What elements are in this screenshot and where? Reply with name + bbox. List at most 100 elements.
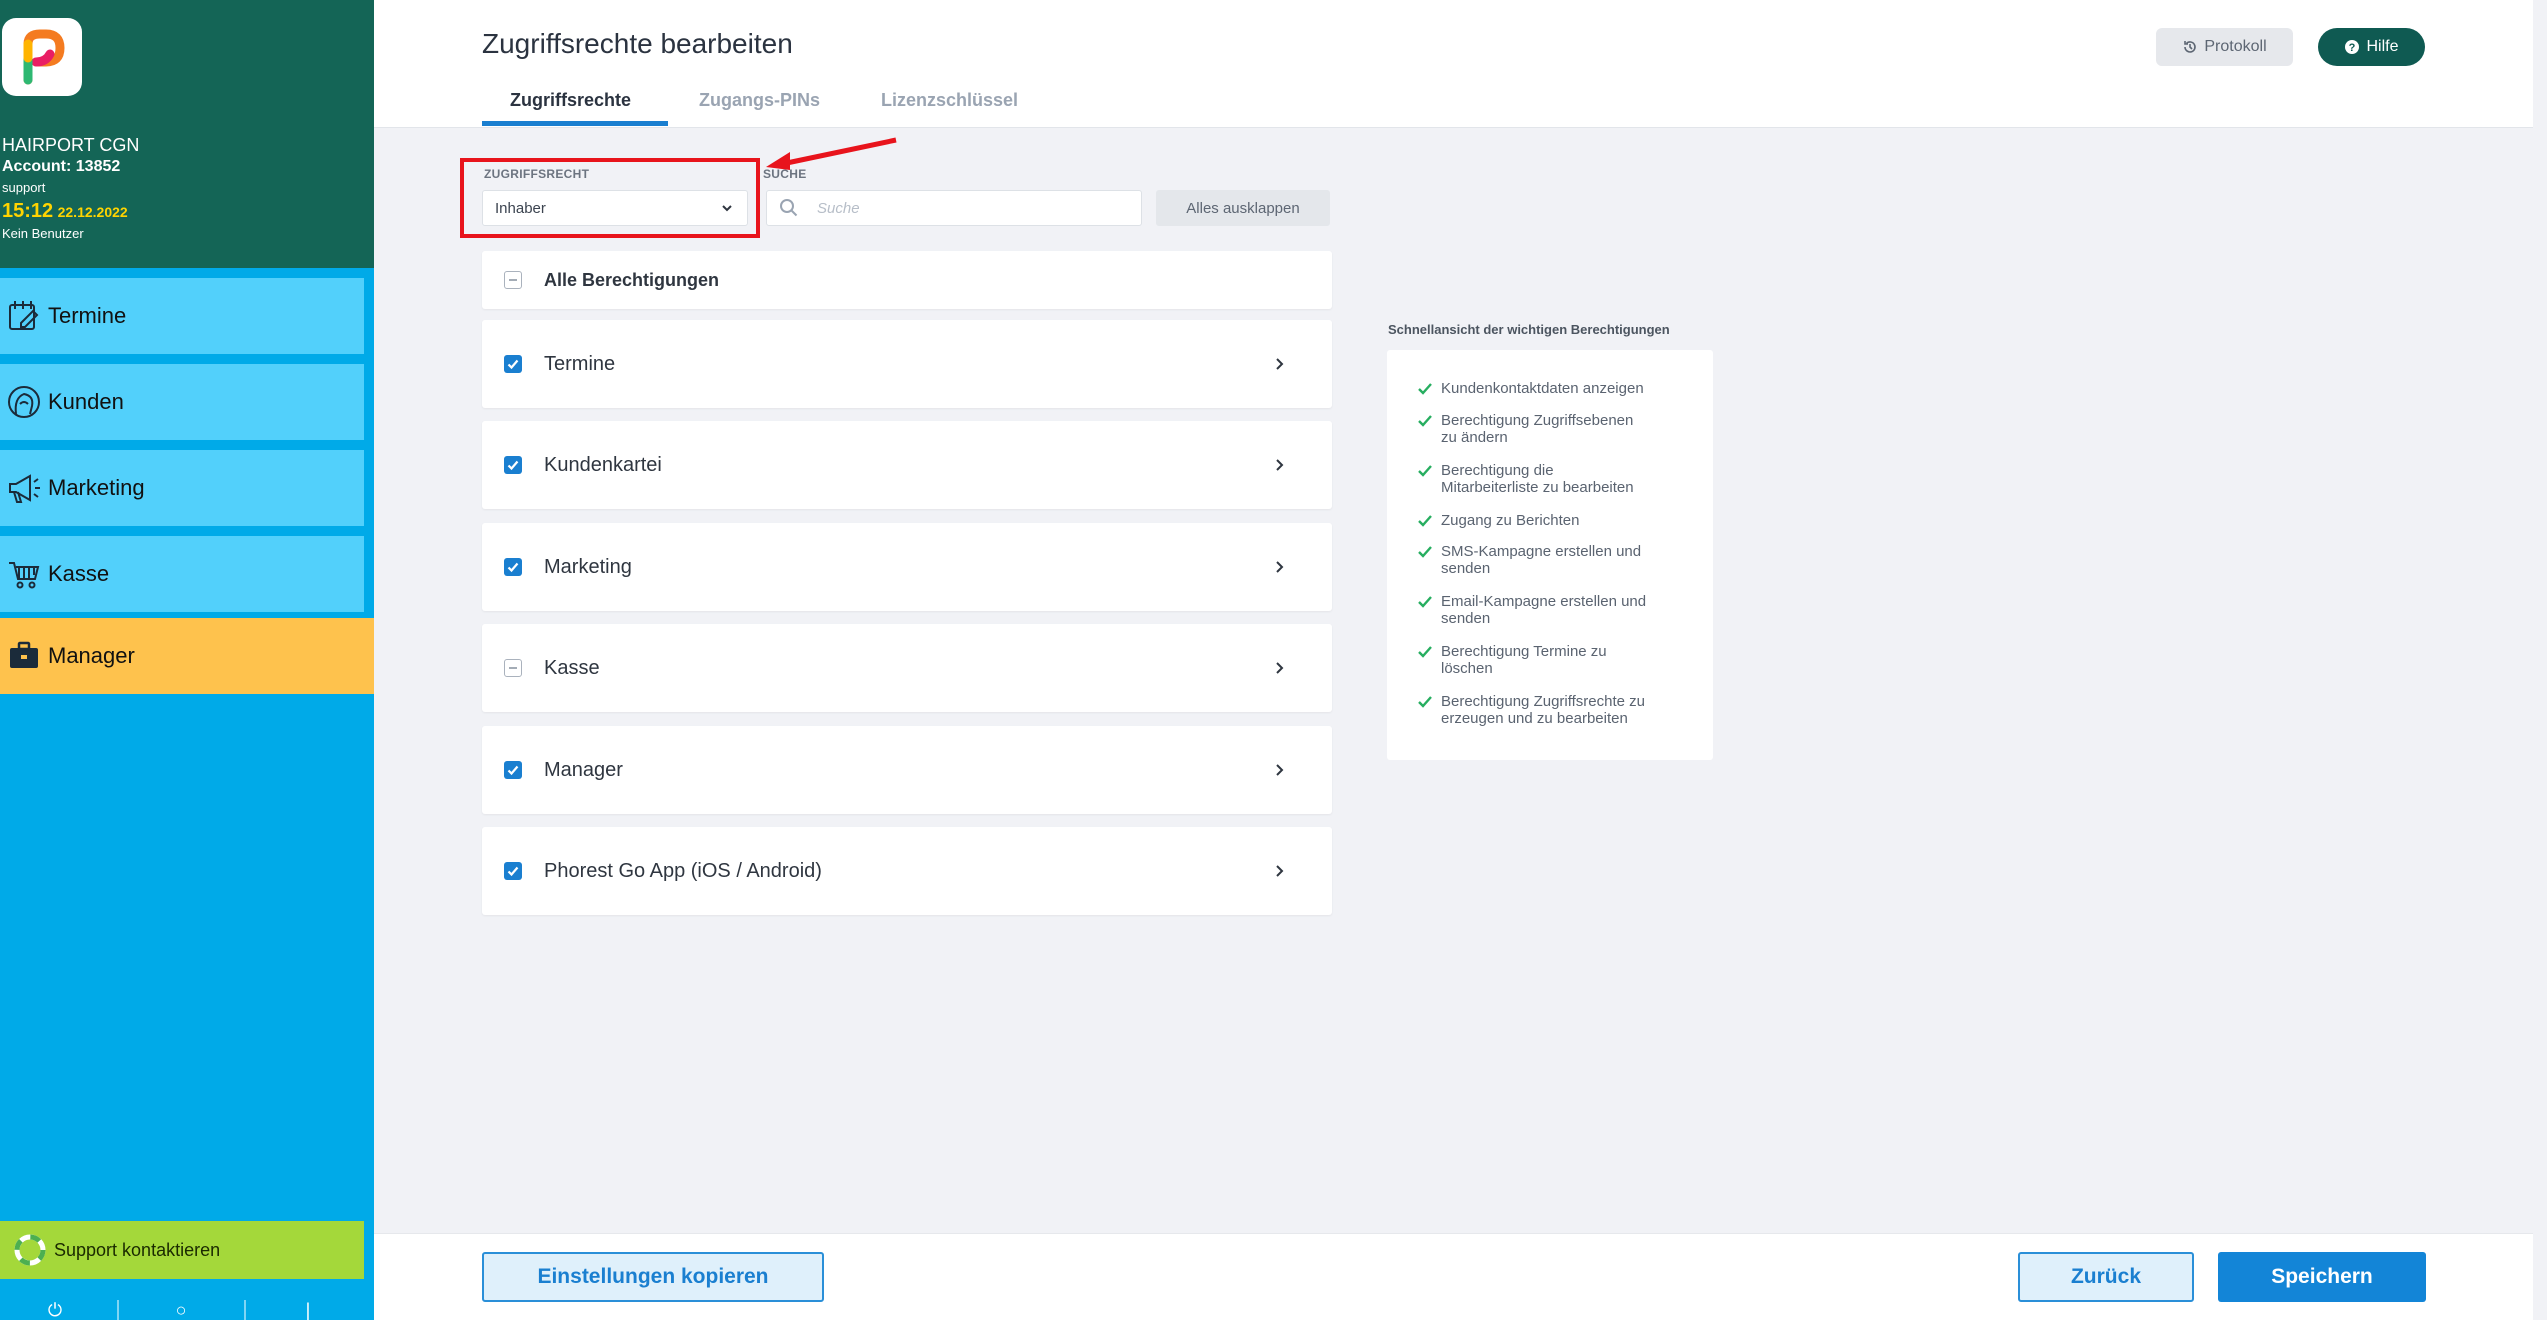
save-button[interactable]: Speichern [2218, 1252, 2426, 1302]
quick-view-item: Berechtigung Termine zu löschen [1417, 643, 1687, 677]
clock-date: 22.12.2022 [57, 204, 128, 220]
quick-view-item-text: senden [1441, 610, 1491, 627]
chevron-right-icon[interactable] [1272, 763, 1286, 777]
sidebar-item-label: Kunden [48, 389, 124, 414]
quick-view-panel: Kundenkontaktdaten anzeigen Berechtigung… [1387, 350, 1713, 760]
check-icon [1417, 380, 1441, 401]
quick-view-item-text: zu ändern [1441, 429, 1508, 446]
account-number: Account: 13852 [2, 158, 121, 175]
quick-view-item-text: Berechtigung Termine zu [1441, 643, 1607, 660]
sidebar-item-kasse[interactable]: Kasse [0, 536, 364, 612]
phorest-logo [2, 18, 82, 96]
all-permissions-row[interactable]: Alle Berechtigungen [482, 251, 1332, 309]
footer-bar: Einstellungen kopieren Zurück Speichern [374, 1233, 2533, 1320]
check-icon [1417, 593, 1441, 627]
quick-view-item: Berechtigung die Mitarbeiterliste zu bear… [1417, 462, 1687, 496]
permission-checkbox[interactable] [504, 761, 522, 779]
sidebar-item-kunden[interactable]: Kunden [0, 364, 364, 440]
protokoll-label: Protokoll [2204, 38, 2267, 55]
permission-group-label: Phorest Go App (iOS / Android) [544, 859, 822, 882]
sidebar-item-manager[interactable]: Manager [0, 618, 374, 694]
permission-group-marketing[interactable]: Marketing [482, 523, 1332, 611]
permission-checkbox[interactable] [504, 456, 522, 474]
lifebuoy-icon [14, 1234, 46, 1266]
quick-view-item-text: Berechtigung Zugriffsebenen [1441, 412, 1634, 429]
quick-view-item: Email-Kampagne erstellen und senden [1417, 593, 1687, 627]
permission-group-label: Termine [544, 352, 616, 375]
page-title: Zugriffsrechte bearbeiten [482, 28, 793, 59]
quick-view-item: Kundenkontaktdaten anzeigen [1417, 380, 1687, 401]
cart-icon [0, 550, 48, 598]
all-permissions-label: Alle Berechtigungen [544, 269, 720, 290]
chevron-right-icon[interactable] [1272, 357, 1286, 371]
svg-text:?: ? [2349, 42, 2356, 54]
annotation-arrow-icon [766, 137, 897, 170]
quick-view-item-text: löschen [1441, 660, 1493, 677]
sidebar-item-label: Termine [48, 303, 127, 328]
tab-lizenzschluessel[interactable]: Lizenzschlüssel [881, 90, 1018, 111]
clock-time: 15:12 [2, 200, 54, 222]
clock: 15:12 22.12.2022 [2, 198, 139, 224]
check-icon [1417, 512, 1441, 533]
separator [244, 1300, 246, 1320]
permission-checkbox[interactable] [504, 862, 522, 880]
permission-checkbox[interactable] [504, 659, 522, 677]
permission-checkbox[interactable] [504, 355, 522, 373]
chevron-right-icon[interactable] [1272, 864, 1286, 878]
quick-view-item-text: Kundenkontaktdaten anzeigen [1441, 380, 1644, 397]
protokoll-button[interactable]: Protokoll [2156, 28, 2293, 66]
power-icon[interactable]: ⏻ [44, 1300, 66, 1320]
question-circle-icon: ? [2344, 39, 2360, 55]
sidebar-item-label: Marketing [48, 475, 145, 500]
permission-group-manager[interactable]: Manager [482, 726, 1332, 814]
back-button[interactable]: Zurück [2018, 1252, 2194, 1302]
lock-icon[interactable]: | [297, 1300, 319, 1320]
salon-info: HAIRPORT CGN Account: 13852 support 15:1… [2, 134, 139, 244]
search-input[interactable]: Suche [766, 190, 1142, 226]
chevron-right-icon[interactable] [1272, 661, 1286, 675]
salon-name: HAIRPORT CGN [2, 135, 140, 155]
help-button[interactable]: ? Hilfe [2318, 28, 2425, 66]
sidebar: HAIRPORT CGN Account: 13852 support 15:1… [0, 0, 374, 1320]
quick-view-item-text: Mitarbeiterliste zu bearbeiten [1441, 479, 1634, 496]
chevron-right-icon[interactable] [1272, 560, 1286, 574]
calendar-edit-icon [0, 292, 48, 340]
search-placeholder: Suche [817, 199, 860, 217]
sidebar-item-marketing[interactable]: Marketing [0, 450, 364, 526]
quick-view-item-text: erzeugen und zu bearbeiten [1441, 710, 1628, 727]
sidebar-item-label: Manager [48, 643, 135, 668]
search-icon [779, 198, 799, 218]
permission-group-kasse[interactable]: Kasse [482, 624, 1332, 712]
check-icon [1417, 693, 1441, 727]
permission-group-label: Kasse [544, 656, 600, 679]
quick-view-item-text: SMS-Kampagne erstellen und [1441, 543, 1642, 560]
current-staff: Kein Benutzer [2, 226, 84, 241]
permission-group-kundenkartei[interactable]: Kundenkartei [482, 421, 1332, 509]
separator [117, 1300, 119, 1320]
main-content: Zugriffsrechte bearbeiten Zugriffsrechte… [374, 0, 2547, 1320]
scrollbar-track[interactable] [2533, 0, 2547, 1320]
permission-group-phorest-go[interactable]: Phorest Go App (iOS / Android) [482, 827, 1332, 915]
history-icon [2182, 39, 2198, 55]
permission-group-label: Manager [544, 758, 623, 781]
logged-user: support [2, 180, 46, 195]
user-icon[interactable]: ○ [170, 1300, 192, 1320]
permission-group-termine[interactable]: Termine [482, 320, 1332, 408]
sidebar-item-termine[interactable]: Termine [0, 278, 364, 354]
sidebar-header: HAIRPORT CGN Account: 13852 support 15:1… [0, 0, 374, 268]
support-contact-button[interactable]: Support kontaktieren [0, 1221, 364, 1279]
permission-checkbox[interactable] [504, 558, 522, 576]
all-permissions-checkbox[interactable] [504, 271, 522, 289]
quick-view-item: Zugang zu Berichten [1417, 512, 1687, 533]
tab-zugriffsrechte[interactable]: Zugriffsrechte [510, 90, 631, 111]
tab-zugangs-pins[interactable]: Zugangs-PINs [699, 90, 820, 111]
chevron-right-icon[interactable] [1272, 458, 1286, 472]
check-icon [1417, 412, 1441, 446]
quick-view-item: SMS-Kampagne erstellen und senden [1417, 543, 1687, 577]
quick-view-title: Schnellansicht der wichtigen Berechtigun… [1388, 322, 1670, 337]
copy-settings-button[interactable]: Einstellungen kopieren [482, 1252, 824, 1302]
quick-view-item-text: Zugang zu Berichten [1441, 512, 1580, 529]
check-icon [1417, 462, 1441, 496]
expand-all-button[interactable]: Alles ausklappen [1156, 190, 1330, 226]
support-label: Support kontaktieren [54, 1239, 221, 1260]
